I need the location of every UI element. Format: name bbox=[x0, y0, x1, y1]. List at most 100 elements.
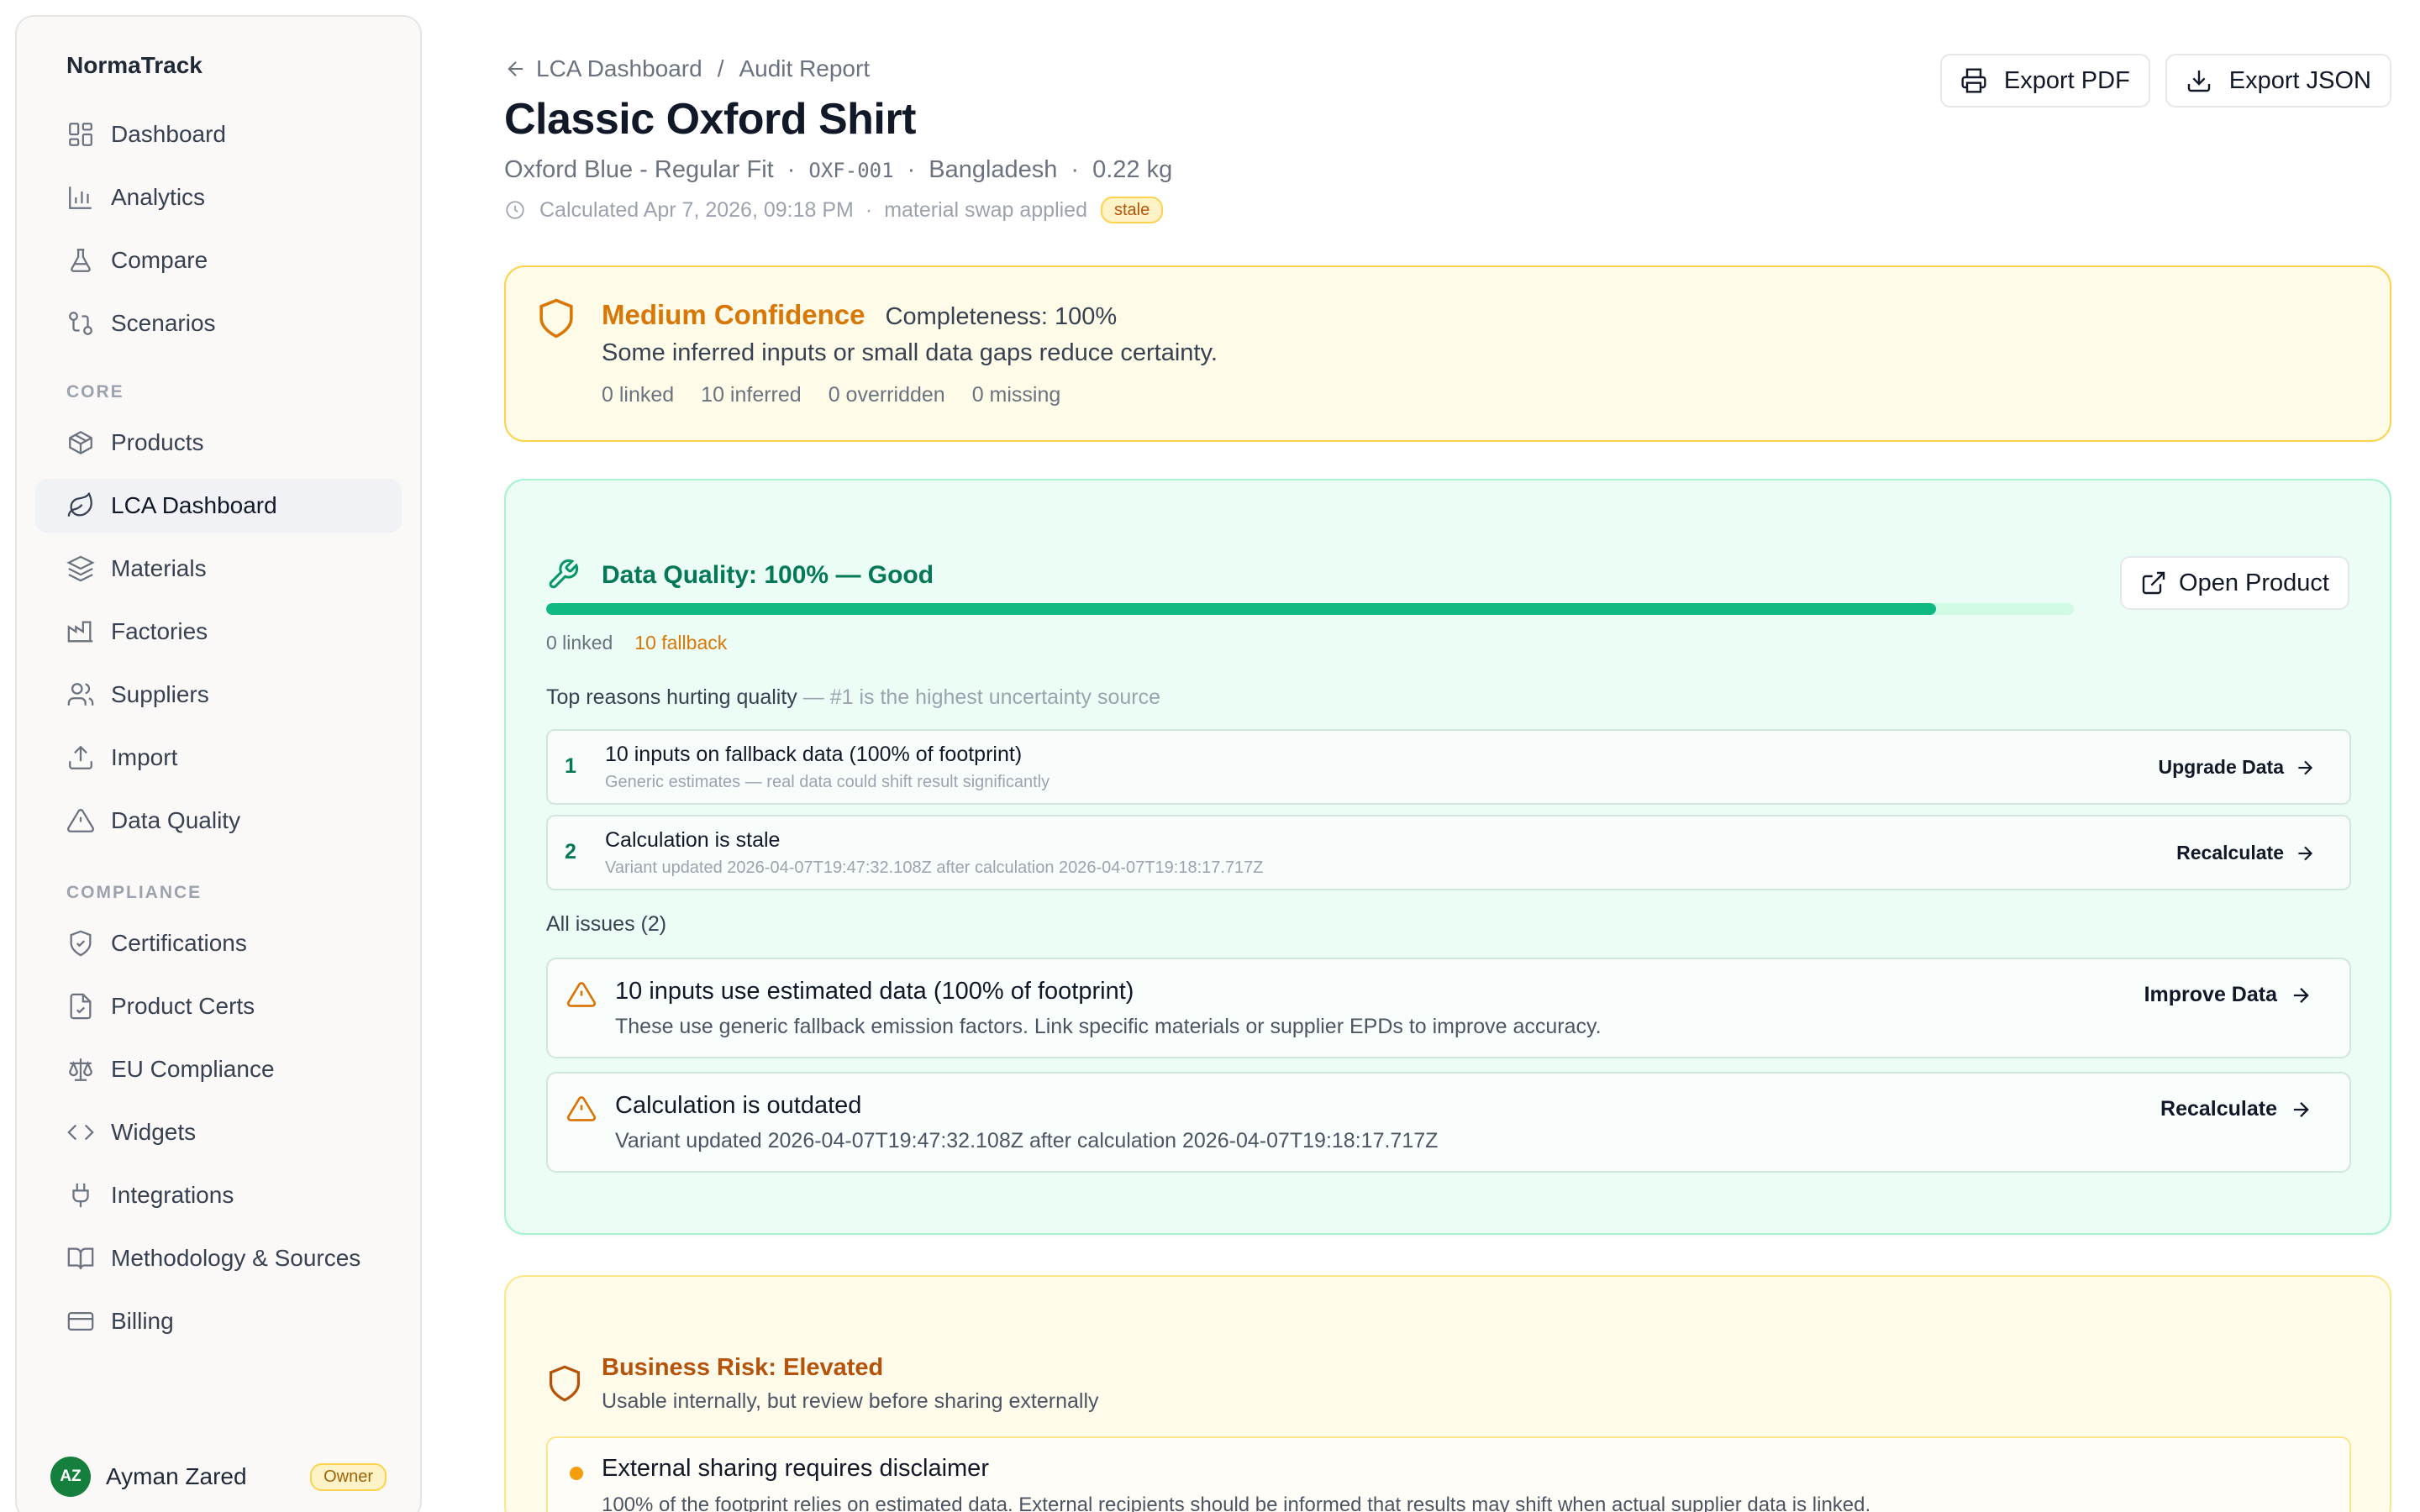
recalculate-button[interactable]: Recalculate bbox=[2160, 1097, 2312, 1121]
linked-count: 0 linked bbox=[546, 632, 613, 654]
user-profile[interactable]: AZ Ayman Zared Owner bbox=[50, 1457, 387, 1497]
upgrade-data-button[interactable]: Upgrade Data bbox=[2158, 756, 2316, 779]
header-actions: Export PDF Export JSON bbox=[1939, 54, 2391, 108]
shield-icon bbox=[538, 297, 575, 339]
issue-title: 10 inputs use estimated data (100% of fo… bbox=[615, 978, 1134, 1005]
sidebar-item-lca-dashboard[interactable]: LCA Dashboard bbox=[35, 479, 402, 533]
sidebar-item-label: Integrations bbox=[111, 1182, 234, 1208]
warning-icon bbox=[66, 806, 95, 835]
sidebar-item-label: Factories bbox=[111, 618, 208, 644]
shield-check-icon bbox=[66, 929, 95, 958]
quality-progress-bar bbox=[546, 603, 2074, 615]
sidebar-item-dashboard[interactable]: Dashboard bbox=[35, 108, 402, 161]
sidebar-item-widgets[interactable]: Widgets bbox=[35, 1105, 402, 1159]
sidebar-item-analytics[interactable]: Analytics bbox=[35, 171, 402, 224]
completeness: Completeness: 100% bbox=[885, 303, 1118, 330]
sidebar-item-methodology[interactable]: Methodology & Sources bbox=[35, 1231, 402, 1285]
sidebar-item-label: Widgets bbox=[111, 1119, 197, 1145]
issue-row: 10 inputs use estimated data (100% of fo… bbox=[546, 958, 2351, 1058]
action-label: Recalculate bbox=[2160, 1097, 2277, 1121]
stat-linked: 0 linked bbox=[602, 383, 675, 407]
sidebar-item-label: Suppliers bbox=[111, 681, 209, 707]
scale-icon bbox=[66, 1055, 95, 1084]
sidebar-item-billing[interactable]: Billing bbox=[35, 1294, 402, 1348]
reason-rank: 2 bbox=[565, 840, 576, 864]
sidebar: NormaTrack Dashboard Analytics Compare S… bbox=[15, 15, 422, 1512]
sidebar-item-label: Methodology & Sources bbox=[111, 1245, 361, 1271]
sidebar-item-scenarios[interactable]: Scenarios bbox=[35, 297, 402, 350]
layers-icon bbox=[66, 554, 95, 583]
fallback-count: 10 fallback bbox=[634, 632, 728, 654]
plug-icon bbox=[66, 1181, 95, 1210]
meta-separator: · bbox=[865, 197, 873, 222]
reasons-heading-main: Top reasons hurting quality bbox=[546, 685, 797, 709]
data-quality-card: Data Quality: 100% — Good Open Product 0… bbox=[504, 479, 2391, 1235]
sidebar-item-label: Products bbox=[111, 429, 204, 455]
all-issues-label: All issues (2) bbox=[546, 912, 667, 936]
warning-icon bbox=[566, 979, 597, 1010]
arrow-right-icon bbox=[2294, 843, 2316, 864]
quality-counts: 0 linked 10 fallback bbox=[546, 632, 727, 654]
factory-icon bbox=[66, 617, 95, 646]
export-pdf-button[interactable]: Export PDF bbox=[1939, 54, 2150, 108]
calculation-note: material swap applied bbox=[884, 197, 1087, 222]
confidence-stats: 0 linked 10 inferred 0 overridden 0 miss… bbox=[602, 383, 1060, 407]
upload-icon bbox=[66, 743, 95, 772]
grid-icon bbox=[66, 120, 95, 149]
sidebar-item-product-certs[interactable]: Product Certs bbox=[35, 979, 402, 1033]
business-risk-card: Business Risk: Elevated Usable internall… bbox=[504, 1275, 2391, 1512]
risk-item-description: 100% of the footprint relies on estimate… bbox=[602, 1494, 1871, 1512]
breadcrumb-parent-link[interactable]: LCA Dashboard bbox=[536, 55, 702, 82]
code-icon bbox=[66, 1118, 95, 1147]
improve-data-button[interactable]: Improve Data bbox=[2144, 983, 2312, 1007]
app-root: NormaTrack Dashboard Analytics Compare S… bbox=[0, 0, 2420, 1512]
reason-title: Calculation is stale bbox=[605, 828, 781, 852]
wrench-icon bbox=[546, 558, 580, 591]
sidebar-item-suppliers[interactable]: Suppliers bbox=[35, 668, 402, 722]
recalculate-button[interactable]: Recalculate bbox=[2176, 842, 2316, 864]
book-open-icon bbox=[66, 1244, 95, 1273]
sku-code: OXF-001 bbox=[808, 158, 894, 182]
external-link-icon bbox=[2140, 570, 2167, 596]
shield-icon bbox=[548, 1364, 581, 1403]
reason-rank: 1 bbox=[565, 754, 576, 778]
arrow-left-icon[interactable] bbox=[504, 57, 528, 81]
business-risk-title: Business Risk: Elevated bbox=[602, 1354, 884, 1381]
sidebar-item-certifications[interactable]: Certifications bbox=[35, 916, 402, 970]
calculation-info: Calculated Apr 7, 2026, 09:18 PM · mater… bbox=[504, 197, 1164, 223]
sidebar-item-label: Billing bbox=[111, 1308, 174, 1334]
export-json-label: Export JSON bbox=[2228, 66, 2371, 94]
page-title: Classic Oxford Shirt bbox=[504, 95, 916, 144]
meta-separator: · bbox=[1071, 156, 1080, 183]
country: Bangladesh bbox=[929, 156, 1058, 183]
brand-name: NormaTrack bbox=[66, 52, 203, 78]
export-json-button[interactable]: Export JSON bbox=[2165, 54, 2391, 108]
sidebar-item-factories[interactable]: Factories bbox=[35, 605, 402, 659]
issue-row: Calculation is outdated Variant updated … bbox=[546, 1072, 2351, 1173]
sidebar-item-products[interactable]: Products bbox=[35, 416, 402, 470]
risk-bullet bbox=[570, 1467, 583, 1480]
quality-progress-fill bbox=[546, 603, 1937, 615]
confidence-card: Medium Confidence Completeness: 100% Som… bbox=[504, 265, 2391, 442]
stat-inferred: 10 inferred bbox=[701, 383, 802, 407]
download-icon bbox=[2186, 67, 2212, 94]
sidebar-item-eu-compliance[interactable]: EU Compliance bbox=[35, 1042, 402, 1096]
business-risk-subtitle: Usable internally, but review before sha… bbox=[602, 1389, 1099, 1413]
open-product-button[interactable]: Open Product bbox=[2120, 556, 2349, 610]
reason-subtitle: Generic estimates — real data could shif… bbox=[605, 773, 1050, 791]
sidebar-item-materials[interactable]: Materials bbox=[35, 542, 402, 596]
sidebar-item-import[interactable]: Import bbox=[35, 731, 402, 785]
reason-subtitle: Variant updated 2026-04-07T19:47:32.108Z… bbox=[605, 858, 1264, 877]
stat-missing: 0 missing bbox=[971, 383, 1061, 407]
sidebar-item-label: EU Compliance bbox=[111, 1056, 275, 1082]
sidebar-item-compare[interactable]: Compare bbox=[35, 234, 402, 287]
sidebar-item-data-quality[interactable]: Data Quality bbox=[35, 794, 402, 848]
clock-icon bbox=[504, 199, 526, 221]
calculated-time: Calculated Apr 7, 2026, 09:18 PM bbox=[539, 197, 854, 222]
role-badge: Owner bbox=[310, 1462, 387, 1491]
stat-overridden: 0 overridden bbox=[828, 383, 945, 407]
reason-title: 10 inputs on fallback data (100% of foot… bbox=[605, 743, 1023, 766]
printer-icon bbox=[1960, 67, 1987, 94]
sidebar-item-integrations[interactable]: Integrations bbox=[35, 1168, 402, 1222]
reasons-heading: Top reasons hurting quality — #1 is the … bbox=[546, 685, 1160, 710]
